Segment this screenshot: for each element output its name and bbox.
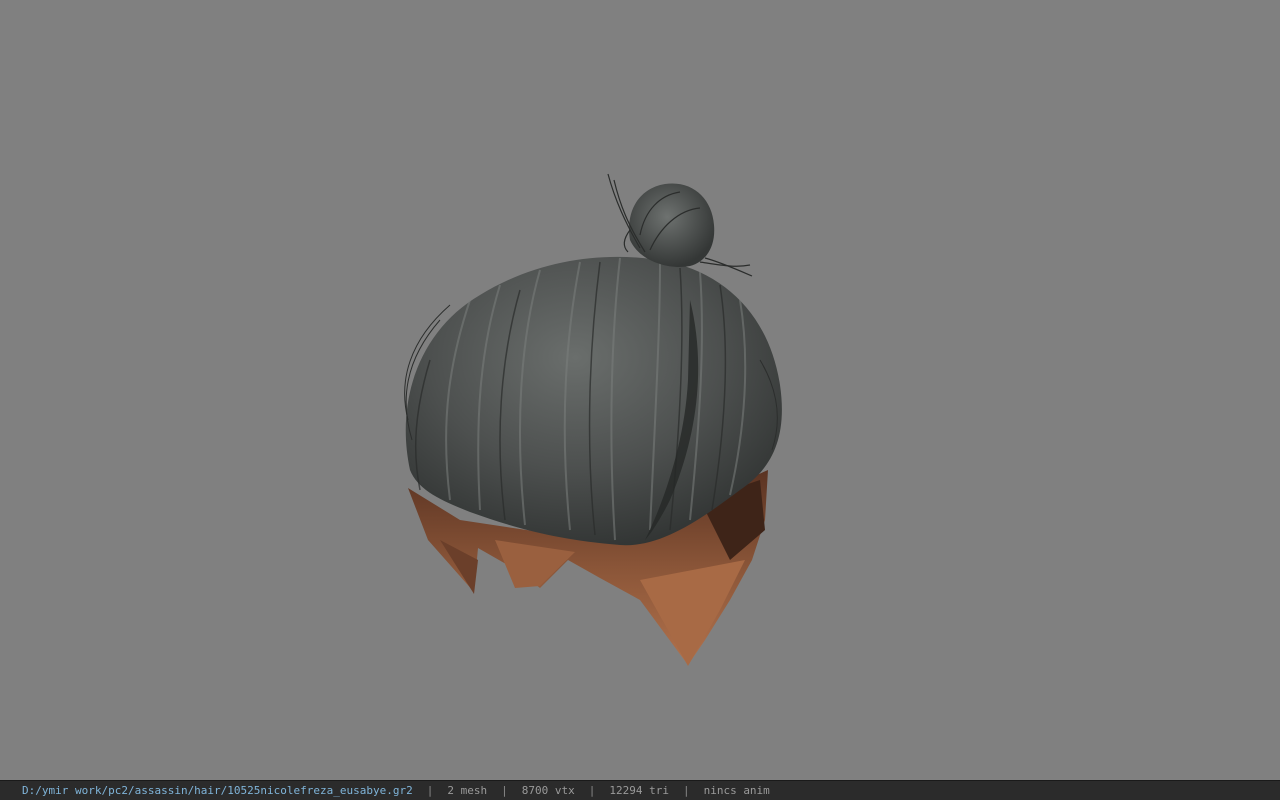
status-separator: | bbox=[588, 783, 596, 797]
file-path: D:/ymir work/pc2/assassin/hair/10525nico… bbox=[22, 783, 413, 797]
animation-status: nincs anim bbox=[703, 783, 770, 797]
3d-viewport[interactable] bbox=[0, 0, 1280, 780]
hair-mesh-icon bbox=[404, 173, 782, 666]
status-bar: D:/ymir work/pc2/assassin/hair/10525nico… bbox=[0, 780, 1280, 800]
vertex-count: 8700 vtx bbox=[521, 783, 575, 797]
mesh-count: 2 mesh bbox=[447, 783, 488, 797]
status-separator: | bbox=[501, 783, 508, 797]
status-separator: | bbox=[426, 783, 434, 797]
status-separator: | bbox=[682, 783, 690, 797]
triangle-count: 12294 tri bbox=[609, 783, 669, 797]
